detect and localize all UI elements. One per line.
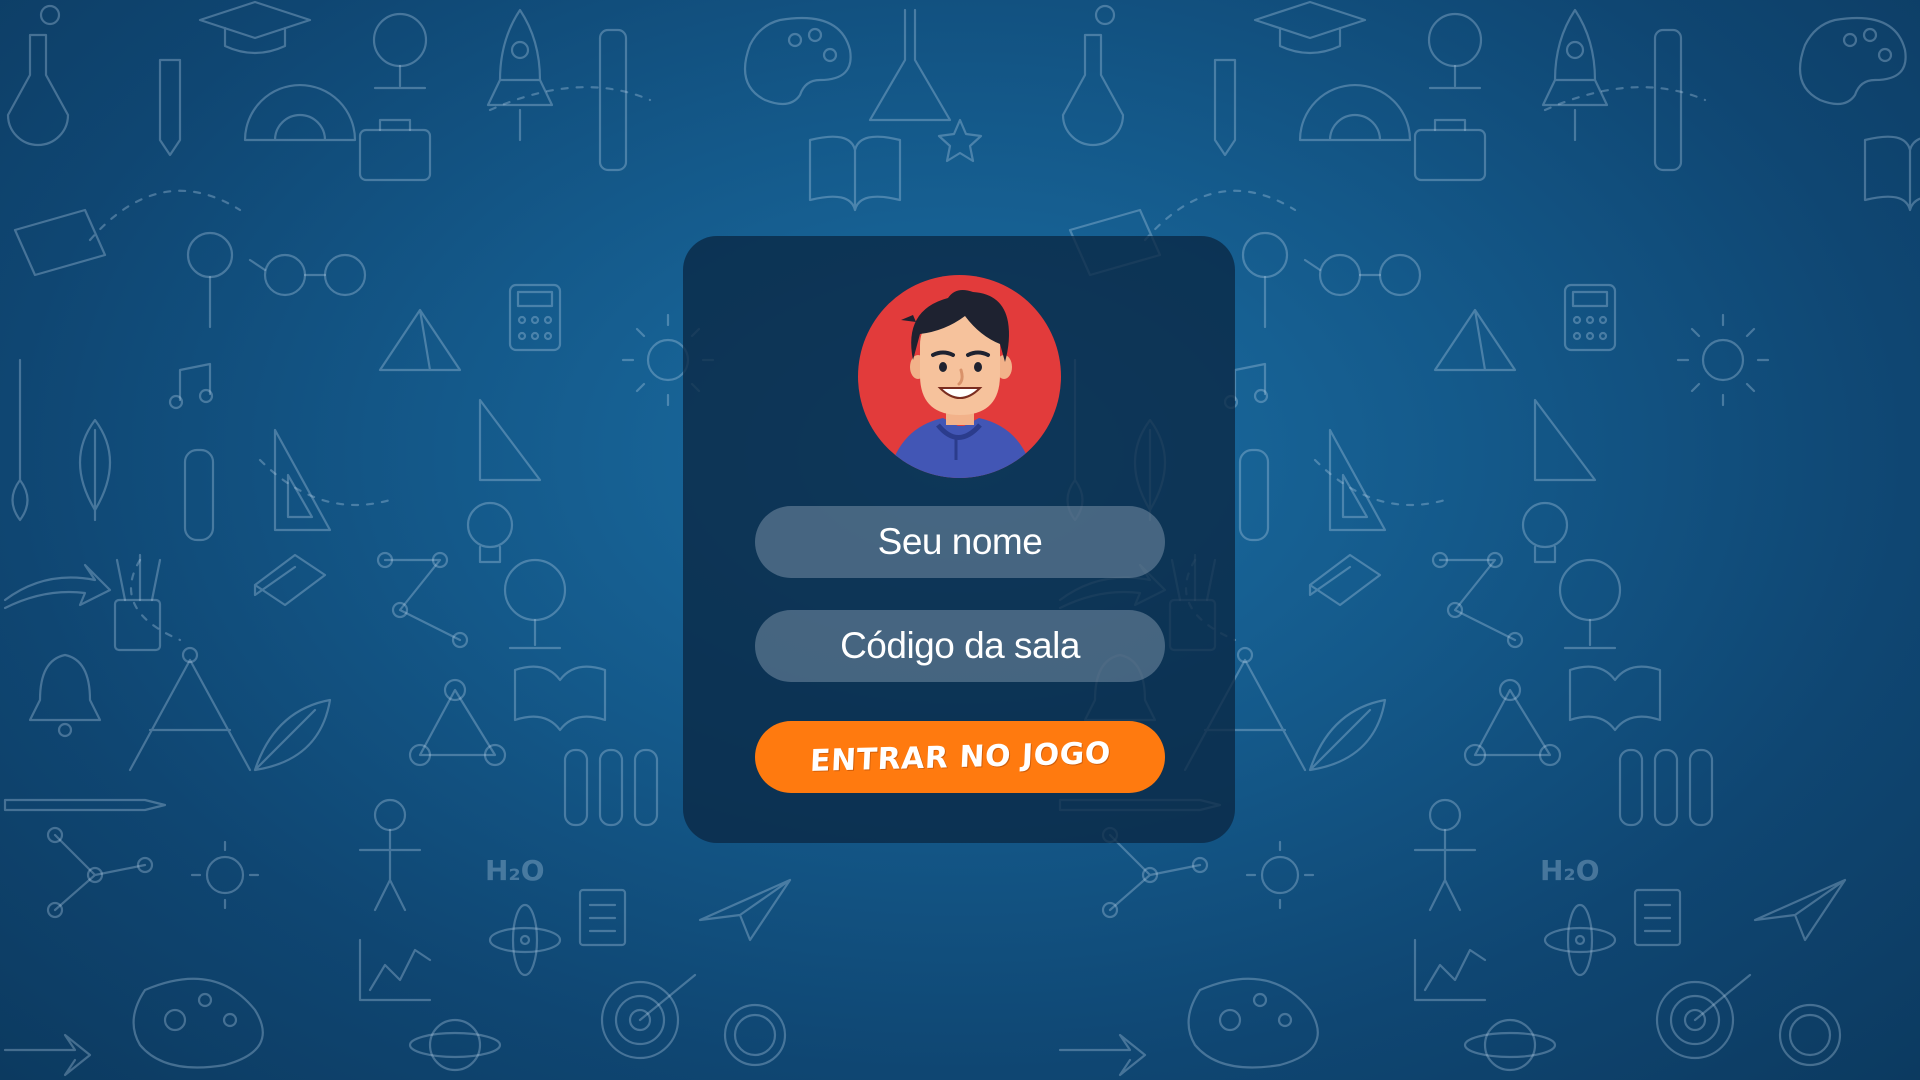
enter-game-button[interactable]: ENTRAR NO JOGO: [755, 721, 1165, 793]
player-name-input[interactable]: [755, 506, 1165, 578]
student-avatar-icon: [858, 275, 1061, 478]
svg-text:H₂O: H₂O: [485, 854, 545, 887]
enter-game-label: ENTRAR NO JOGO: [808, 735, 1112, 779]
room-code-input[interactable]: [755, 610, 1165, 682]
